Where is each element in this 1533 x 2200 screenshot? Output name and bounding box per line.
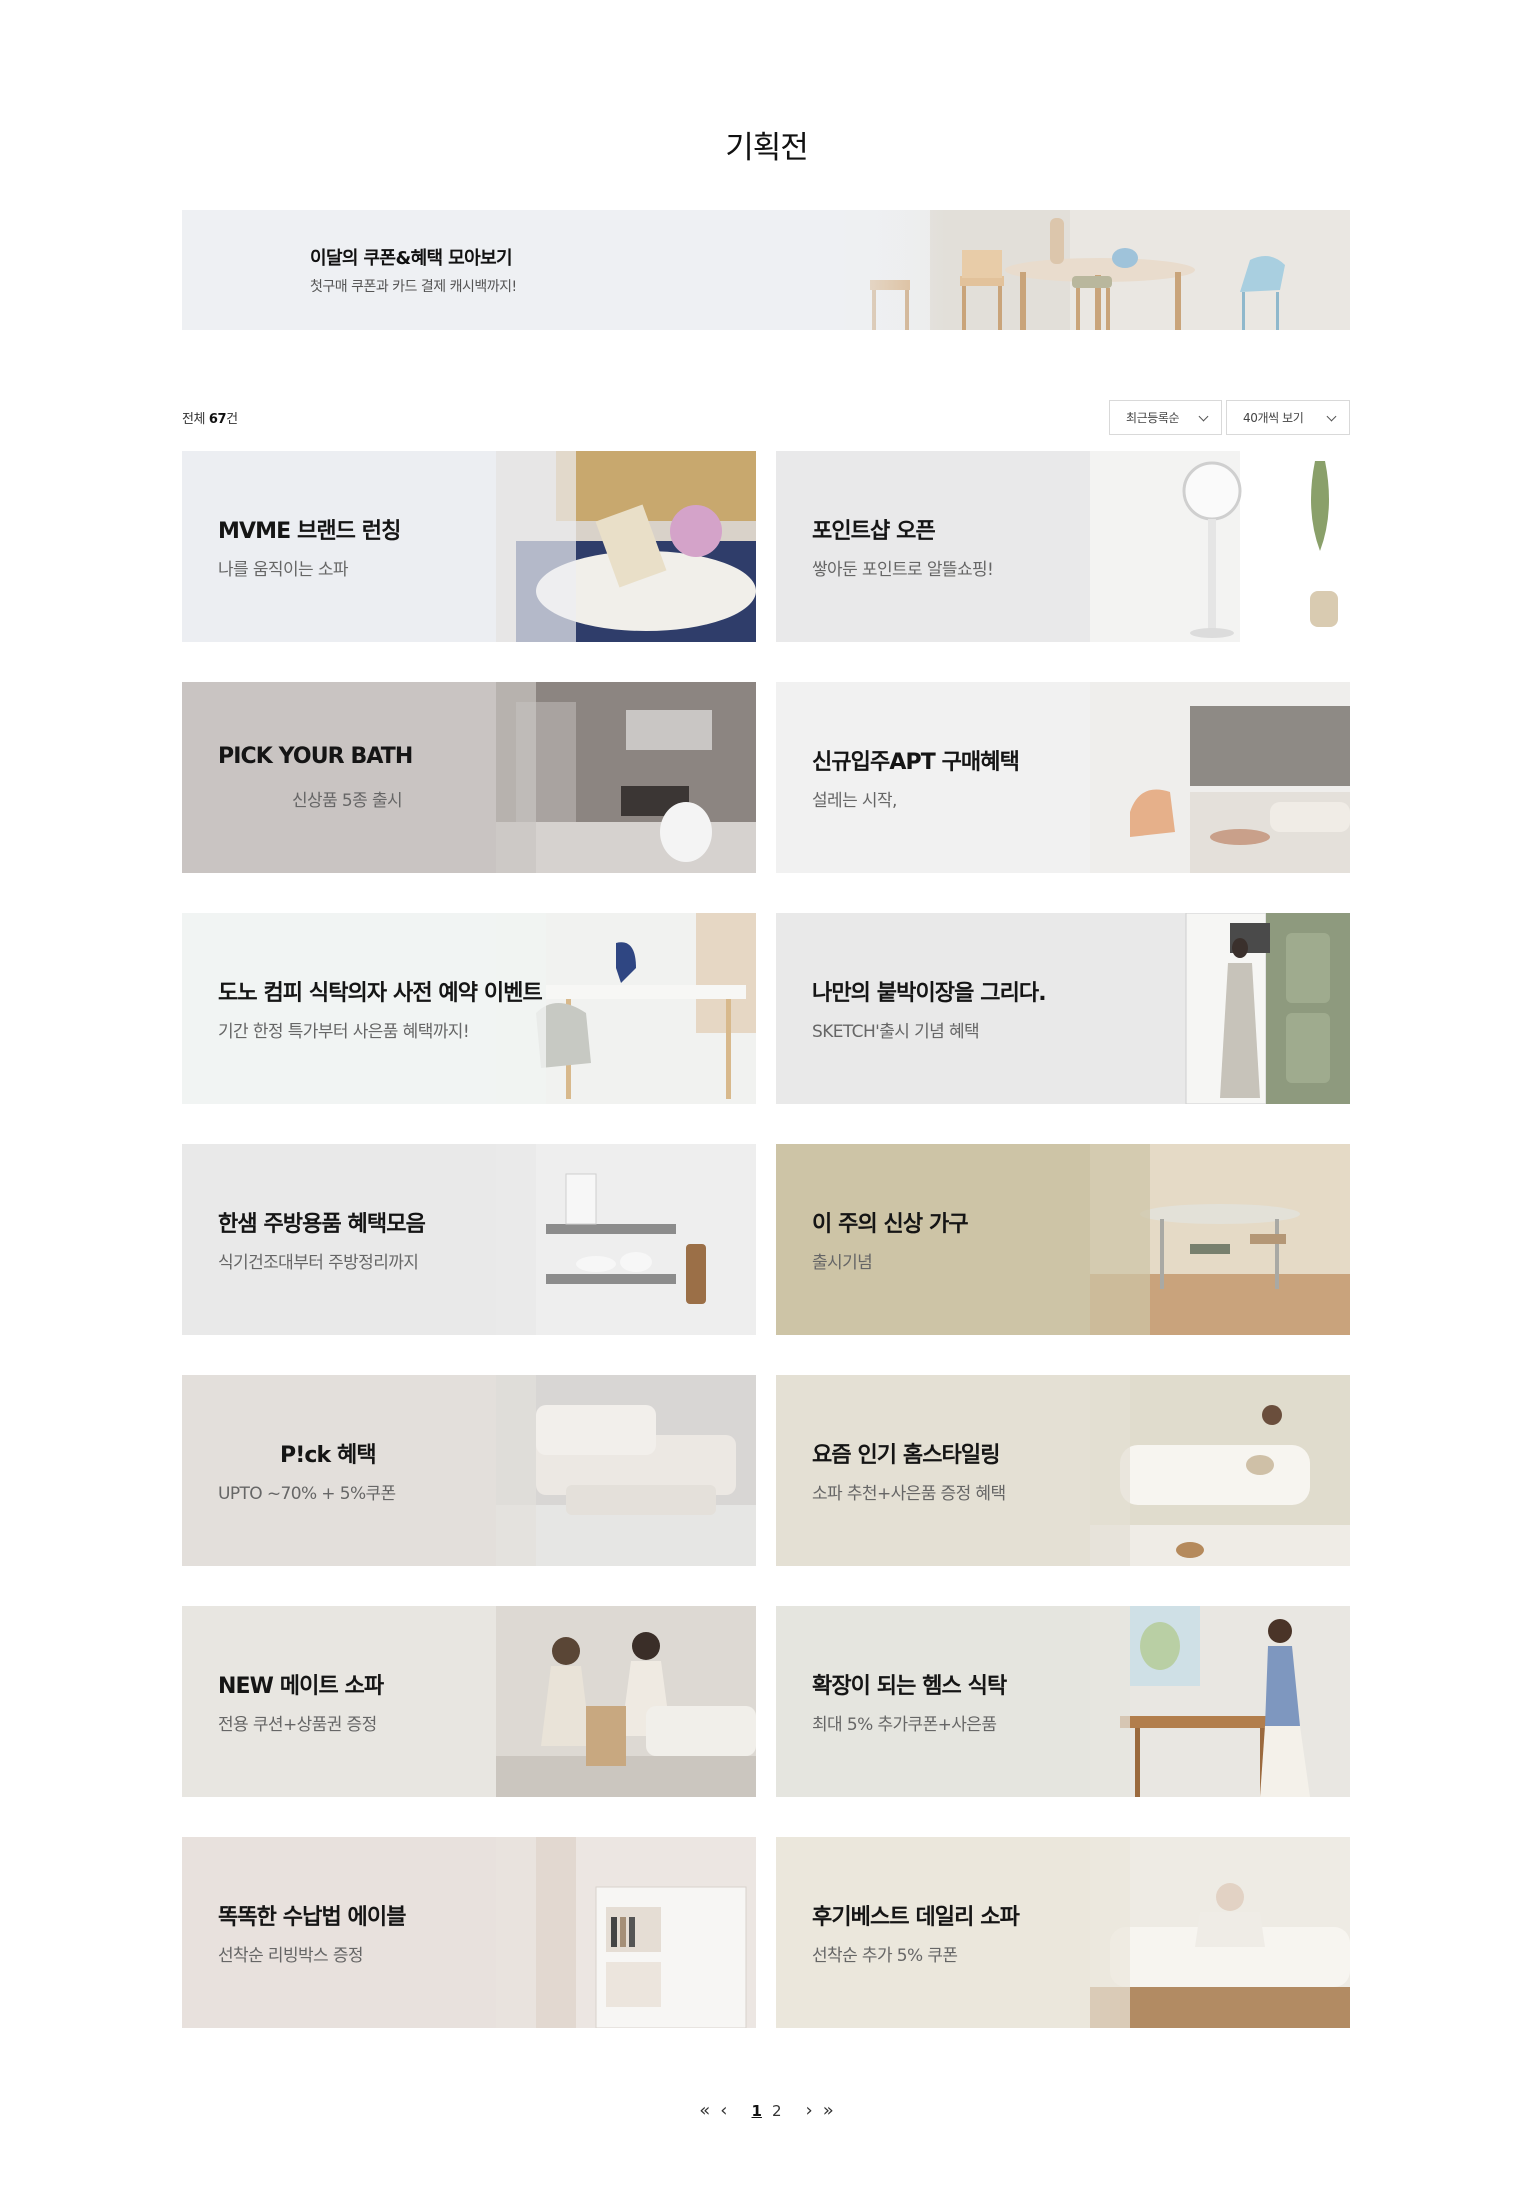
promotion-title: 요즘 인기 홈스타일링 <box>812 1443 1000 1468</box>
promotion-subtitle: 선착순 추가 5% 쿠폰 <box>812 1946 958 1966</box>
page-number-2[interactable]: 2 <box>767 2102 787 2120</box>
coupon-benefit-banner[interactable]: 이달의 쿠폰&혜택 모아보기 첫구매 쿠폰과 카드 결제 캐시백까지! <box>182 210 1350 330</box>
chevron-down-icon <box>1326 411 1337 422</box>
promotion-image <box>1090 913 1350 1104</box>
promotion-subtitle: UPTO ~70% + 5%쿠폰 <box>218 1484 396 1504</box>
promotion-image <box>496 913 756 1104</box>
promotion-subtitle: SKETCH'출시 기념 혜택 <box>812 1022 980 1042</box>
promotion-card[interactable]: 이 주의 신상 가구 출시기념 <box>776 1144 1350 1335</box>
promotion-subtitle: 나를 움직이는 소파 <box>218 560 349 580</box>
promotion-card[interactable]: MVME 브랜드 런칭 나를 움직이는 소파 <box>182 451 756 642</box>
promotion-card[interactable]: 포인트샵 오픈 쌓아둔 포인트로 알뜰쇼핑! <box>776 451 1350 642</box>
last-page-button[interactable]: » <box>818 2100 839 2121</box>
total-count-suffix: 건 <box>226 412 238 427</box>
promotion-title: 이 주의 신상 가구 <box>812 1212 969 1237</box>
promotion-subtitle: 출시기념 <box>812 1253 873 1273</box>
promotion-subtitle: 쌓아둔 포인트로 알뜰쇼핑! <box>812 560 994 580</box>
promotion-image <box>1090 682 1350 873</box>
promotion-card[interactable]: 신규입주APT 구매혜택 설레는 시작, <box>776 682 1350 873</box>
promotion-title: 한샘 주방용품 혜택모음 <box>218 1212 426 1237</box>
promotion-subtitle: 기간 한정 특가부터 사은품 혜택까지! <box>218 1022 470 1042</box>
sort-order-select[interactable]: 최근등록순 <box>1109 400 1222 435</box>
promotion-title: MVME 브랜드 런칭 <box>218 519 401 544</box>
promotion-title: PICK YOUR BATH <box>218 744 413 769</box>
promotion-image <box>1090 1375 1350 1566</box>
chevron-down-icon <box>1198 411 1209 422</box>
next-page-button[interactable]: › <box>800 2100 817 2121</box>
promotion-subtitle: 신상품 5종 출시 <box>292 791 403 811</box>
promotion-card[interactable]: NEW 메이트 소파 전용 쿠션+상품권 증정 <box>182 1606 756 1797</box>
promotion-image <box>496 1837 756 2028</box>
promotion-title: 신규입주APT 구매혜택 <box>812 750 1020 775</box>
coupon-banner-title: 이달의 쿠폰&혜택 모아보기 <box>310 248 513 269</box>
total-count: 전체 67건 <box>182 408 238 427</box>
promotion-image <box>1090 1144 1350 1335</box>
promotion-image <box>496 451 756 642</box>
promotion-card[interactable]: 나만의 붙박이장을 그리다. SKETCH'출시 기념 혜택 <box>776 913 1350 1104</box>
total-count-prefix: 전체 <box>182 412 209 427</box>
promotion-image <box>496 1375 756 1566</box>
promotion-card[interactable]: 요즘 인기 홈스타일링 소파 추천+사은품 증정 혜택 <box>776 1375 1350 1566</box>
promotion-title: P!ck 혜택 <box>280 1443 377 1468</box>
promotion-image <box>1090 451 1350 642</box>
prev-page-button[interactable]: ‹ <box>715 2100 732 2121</box>
promotion-title: NEW 메이트 소파 <box>218 1674 384 1699</box>
promotion-title: 후기베스트 데일리 소파 <box>812 1905 1020 1930</box>
total-count-value: 67 <box>208 412 227 427</box>
promotion-subtitle: 소파 추천+사은품 증정 혜택 <box>812 1484 1006 1504</box>
promotion-image <box>496 682 756 873</box>
promotion-image <box>496 1606 756 1797</box>
dining-set-image <box>810 210 1350 330</box>
first-page-button[interactable]: « <box>694 2100 715 2121</box>
promotion-title: 도노 컴피 식탁의자 사전 예약 이벤트 <box>218 981 543 1006</box>
promotion-subtitle: 최대 5% 추가쿠폰+사은품 <box>812 1715 997 1735</box>
pagination: « ‹ 1 2 › » <box>0 2100 1533 2121</box>
page-number-1[interactable]: 1 <box>747 2102 767 2120</box>
sort-order-label: 최근등록순 <box>1126 411 1180 425</box>
page-size-select[interactable]: 40개씩 보기 <box>1226 400 1350 435</box>
page-size-label: 40개씩 보기 <box>1243 411 1304 425</box>
promotion-title: 확장이 되는 헴스 식탁 <box>812 1674 1007 1699</box>
page-title: 기획전 <box>725 130 809 166</box>
promotion-card[interactable]: 똑똑한 수납법 에이블 선착순 리빙박스 증정 <box>182 1837 756 2028</box>
promotion-card[interactable]: 후기베스트 데일리 소파 선착순 추가 5% 쿠폰 <box>776 1837 1350 2028</box>
promotion-card[interactable]: PICK YOUR BATH 신상품 5종 출시 <box>182 682 756 873</box>
coupon-banner-subtitle: 첫구매 쿠폰과 카드 결제 캐시백까지! <box>310 279 517 295</box>
promotion-title: 나만의 붙박이장을 그리다. <box>812 981 1047 1006</box>
promotion-image <box>496 1144 756 1335</box>
promotion-subtitle: 설레는 시작, <box>812 791 897 811</box>
promotion-subtitle: 전용 쿠션+상품권 증정 <box>218 1715 377 1735</box>
promotion-image <box>1090 1606 1350 1797</box>
promotion-card[interactable]: 도노 컴피 식탁의자 사전 예약 이벤트 기간 한정 특가부터 사은품 혜택까지… <box>182 913 756 1104</box>
promotion-subtitle: 식기건조대부터 주방정리까지 <box>218 1253 419 1273</box>
promotion-image <box>1090 1837 1350 2028</box>
promotion-title: 똑똑한 수납법 에이블 <box>218 1905 406 1930</box>
promotion-subtitle: 선착순 리빙박스 증정 <box>218 1946 364 1966</box>
promotion-card[interactable]: 확장이 되는 헴스 식탁 최대 5% 추가쿠폰+사은품 <box>776 1606 1350 1797</box>
promotion-card[interactable]: 한샘 주방용품 혜택모음 식기건조대부터 주방정리까지 <box>182 1144 756 1335</box>
promotion-title: 포인트샵 오픈 <box>812 519 936 544</box>
promotion-card[interactable]: P!ck 혜택 UPTO ~70% + 5%쿠폰 <box>182 1375 756 1566</box>
